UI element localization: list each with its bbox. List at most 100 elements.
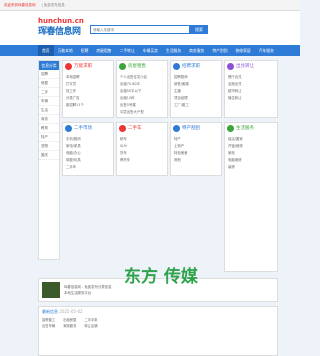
banner-image [42,282,60,298]
list-item[interactable]: 打字员 [66,81,110,88]
panel-jobs: 万能求职 本地招聘 打字员 找工作 分类广告 新招聘11个 [62,60,114,118]
site-logo[interactable]: hunchun.cn 珲春信息网 [38,17,84,39]
banner-line-2: 本地生活服务平台 [64,291,92,295]
list-item[interactable]: 出租12栋 [120,95,164,102]
welcome-text: 欢迎来到珲春信息网 [4,2,36,7]
list-item[interactable]: 货车 [120,150,164,157]
publish-link[interactable]: | 免费发布信息 [42,3,65,8]
panel-title: 二手市场 [63,123,113,134]
list-item[interactable]: 平层出售大户型 [120,109,164,116]
sidebar-item[interactable]: 二手 [39,88,59,97]
gift-icon [173,125,180,132]
sidebar-item[interactable]: 招聘 [39,70,59,79]
panel-housing: 房屋租售 个人出售住宅小区 出租70-80平 出租50平以下 出租12栋 出售5… [116,60,168,118]
list-item[interactable]: 二手车 [66,164,110,171]
panel-title: 特产刮刮 [171,123,221,134]
list-item[interactable]: 摊位转让 [228,95,274,102]
list-item[interactable]: 轿车 [120,136,164,143]
sidebar-item[interactable]: 生活 [39,106,59,115]
list-item[interactable]: 母婴/玩具 [66,157,110,164]
list-item[interactable]: 餐厅出兑 [228,74,274,81]
latest-item[interactable]: 家政服务 [63,323,76,329]
nav-item[interactable]: 首页 [38,45,54,56]
sidebar-item[interactable]: 房屋 [39,79,59,88]
panel-recruit: 招聘求职 招聘厨师 销售/客服 主播 项目经理 工厂/普工 [170,60,222,118]
panel-cars: 二手车 轿车 SUV 货车 摩托车 [116,122,168,176]
list-item[interactable]: 其他 [174,157,218,164]
panel-specialty: 特产刮刮 特产 土特产 特色美食 其他 [170,122,222,176]
nav-item[interactable]: 万能本地 [54,45,77,56]
list-item[interactable]: 个人出售住宅小区 [120,74,164,81]
panel-title: 二手车 [117,123,167,134]
list-item[interactable]: 项目经理 [174,95,218,102]
nav-item[interactable]: 生活服务 [162,45,185,56]
person-icon [173,63,180,70]
list-item[interactable]: 家电/家具 [66,143,110,150]
nav-item[interactable]: 商务服务 [185,45,208,56]
panel-title: 生活服务 [225,123,277,134]
list-item[interactable]: 本地招聘 [66,74,110,81]
nav-item[interactable]: 车辆买卖 [139,45,162,56]
list-item[interactable]: 销售/客服 [174,81,218,88]
list-item[interactable]: 店面出兑 [228,81,274,88]
list-item[interactable]: 超市转让 [228,88,274,95]
latest-item[interactable]: 出售车辆 [42,323,55,329]
list-item[interactable]: 出租50平以下 [120,88,164,95]
nav-item[interactable]: 招聘 [77,45,93,56]
search-input[interactable] [90,25,190,34]
list-item[interactable]: 主播 [174,88,218,95]
panel-life-services: 生活服务 保洁/搬家 开锁/维修 家政 电脑维修 装修 [224,122,278,272]
panel-title: 万能求职 [63,61,113,72]
search-button[interactable]: 搜索 [190,25,208,34]
panel-title: 出兑转让 [225,61,277,72]
latest-item[interactable]: 转让店铺 [84,323,97,329]
list-item[interactable]: 出售5号楼 [120,102,164,109]
list-item[interactable]: 土特产 [174,143,218,150]
header: hunchun.cn 珲春信息网 搜索 [0,11,300,45]
list-item[interactable]: 开锁/维修 [228,143,274,150]
service-icon [227,125,234,132]
sidebar-item[interactable]: 特产 [39,133,59,142]
list-item[interactable]: 找工作 [66,88,110,95]
briefcase-icon [65,63,72,70]
nav-item[interactable]: 二手转让 [116,45,139,56]
sidebar-item[interactable]: 宠物 [39,142,59,151]
list-item[interactable]: 新招聘11个 [66,102,110,109]
car-icon [119,125,126,132]
list-item[interactable]: 招聘厨师 [174,74,218,81]
panel-transfer: 出兑转让 餐厅出兑 店面出兑 超市转让 摊位转让 [224,60,278,118]
shop-icon [227,63,234,70]
list-item[interactable]: 特产 [174,136,218,143]
sidebar-item[interactable]: 婚庆 [39,151,59,160]
watermark: 东方 传媒 [124,267,198,287]
list-item[interactable]: 家政 [228,150,274,157]
nav-item[interactable]: 房屋租售 [92,45,115,56]
list-item[interactable]: 电脑维修 [228,157,274,164]
panel-secondhand: 二手市场 手机/数码 家电/家具 电脑/办公 母婴/玩具 二手车 [62,122,114,176]
latest-header: 最新信息 2025-05-02 [42,309,83,314]
sidebar-head: 信息分类 [39,61,59,70]
list-item[interactable]: 分类广告 [66,95,110,102]
list-item[interactable]: SUV [120,143,164,150]
main-nav: 首页 万能本地 招聘 房屋租售 二手转让 车辆买卖 生活服务 商务服务 特产刮刮… [0,45,300,56]
top-bar: 欢迎来到珲春信息网 | 免费发布信息 [0,0,300,11]
sidebar-item[interactable]: 教育 [39,124,59,133]
list-item[interactable]: 装修 [228,164,274,171]
logo-name: 珲春信息网 [38,27,81,37]
nav-item[interactable]: 汽车服务 [255,45,278,56]
sidebar-item[interactable]: 商务 [39,115,59,124]
nav-item[interactable]: 装修家居 [232,45,255,56]
list-item[interactable]: 工厂/普工 [174,102,218,109]
list-item[interactable]: 手机/数码 [66,136,110,143]
list-item[interactable]: 特色美食 [174,150,218,157]
list-item[interactable]: 保洁/搬家 [228,136,274,143]
category-sidebar: 信息分类 招聘 房屋 二手 车辆 生活 商务 教育 特产 宠物 婚庆 [38,60,60,260]
nav-item[interactable]: 特产刮刮 [208,45,231,56]
latest-section: 最新信息 2025-05-02 招聘普工 出租房屋 二手手机 出售车辆 家政服务… [38,306,278,356]
list-item[interactable]: 摩托车 [120,157,164,164]
sidebar-item[interactable]: 车辆 [39,97,59,106]
panel-title: 招聘求职 [171,61,221,72]
panel-title: 房屋租售 [117,61,167,72]
list-item[interactable]: 出租70-80平 [120,81,164,88]
list-item[interactable]: 电脑/办公 [66,150,110,157]
